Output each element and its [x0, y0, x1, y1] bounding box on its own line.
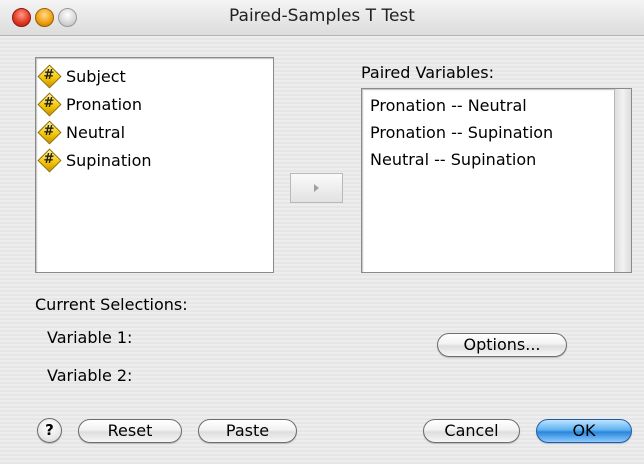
- variable-label: Supination: [66, 150, 152, 170]
- vertical-scrollbar[interactable]: [614, 89, 631, 272]
- list-item-pronation[interactable]: # Pronation: [37, 91, 142, 117]
- options-button[interactable]: Options...: [437, 333, 567, 357]
- window-title: Paired-Samples T Test: [229, 6, 415, 26]
- variable-1-label: Variable 1:: [47, 328, 133, 347]
- help-button[interactable]: ?: [37, 418, 62, 443]
- variable-label: Pronation: [66, 94, 142, 114]
- scale-variable-icon: #: [37, 148, 62, 173]
- list-item-subject[interactable]: # Subject: [37, 63, 126, 89]
- scale-variable-icon: #: [37, 120, 62, 145]
- current-selections-heading: Current Selections:: [35, 295, 188, 314]
- dialog-window: Paired-Samples T Test # Subject # Pronat…: [0, 0, 644, 464]
- source-variable-list[interactable]: # Subject # Pronation # Neutral # Supina…: [35, 57, 274, 273]
- arrow-right-icon: [314, 184, 319, 192]
- move-right-button[interactable]: [290, 173, 343, 203]
- title-bar[interactable]: Paired-Samples T Test: [0, 0, 644, 36]
- list-item-pair[interactable]: Pronation -- Supination: [370, 120, 553, 146]
- scale-variable-icon: #: [37, 64, 62, 89]
- variable-label: Subject: [66, 66, 126, 86]
- variable-2-label: Variable 2:: [47, 366, 133, 385]
- paste-button[interactable]: Paste: [198, 419, 297, 443]
- cancel-button[interactable]: Cancel: [423, 419, 520, 443]
- paired-variables-list[interactable]: Pronation -- Neutral Pronation -- Supina…: [361, 88, 632, 273]
- list-item-supination[interactable]: # Supination: [37, 147, 152, 173]
- variable-label: Neutral: [66, 122, 126, 142]
- reset-button[interactable]: Reset: [78, 419, 182, 443]
- list-item-pair[interactable]: Neutral -- Supination: [370, 147, 536, 173]
- paired-variables-heading: Paired Variables:: [361, 63, 494, 82]
- list-item-pair[interactable]: Pronation -- Neutral: [370, 93, 527, 119]
- list-item-neutral[interactable]: # Neutral: [37, 119, 126, 145]
- scale-variable-icon: #: [37, 92, 62, 117]
- ok-button[interactable]: OK: [536, 419, 632, 443]
